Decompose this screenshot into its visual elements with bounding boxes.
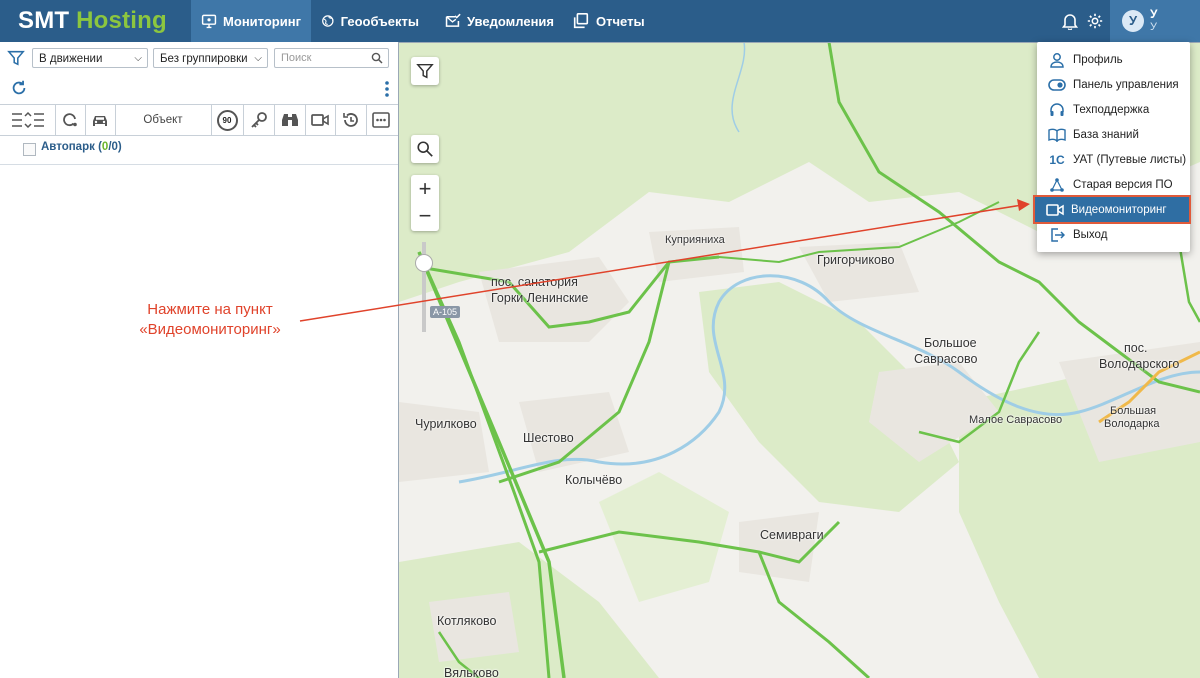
- monitor-icon: [201, 14, 217, 29]
- zoom-control: + −: [411, 175, 439, 231]
- zoom-out-button[interactable]: −: [411, 203, 439, 231]
- sensors-column[interactable]: [274, 105, 306, 135]
- logout-icon: [1051, 227, 1065, 242]
- filter-icon[interactable]: [7, 49, 25, 67]
- status-column[interactable]: [55, 105, 86, 135]
- object-column-header[interactable]: Объект: [115, 105, 212, 135]
- user-account: У: [1150, 21, 1157, 33]
- 1c-icon: 1C: [1049, 152, 1065, 167]
- objects-panel: В движении ⌵ Без группировки ⌵ Поиск Объек…: [0, 42, 399, 678]
- map-label: пос. санатория: [491, 275, 578, 289]
- expand-collapse-icon: [11, 111, 44, 129]
- map-label: Вяльково: [444, 666, 499, 678]
- menu-item-support[interactable]: Техподдержка: [1037, 97, 1190, 122]
- map-label: Большая: [1110, 405, 1157, 417]
- more-vertical-icon[interactable]: [383, 80, 391, 98]
- menu-item-profile[interactable]: Профиль: [1037, 47, 1190, 72]
- menu-item-knowledge-base[interactable]: База знаний: [1037, 122, 1190, 147]
- logo[interactable]: SMT Hosting: [18, 7, 167, 35]
- map-label: Котляково: [437, 614, 497, 628]
- menu-item-uat[interactable]: 1C УАТ (Путевые листы): [1037, 147, 1190, 172]
- sync-status-icon: [63, 113, 77, 127]
- refresh-icon[interactable]: [10, 79, 28, 97]
- map-label: Семивраги: [760, 528, 824, 542]
- refresh-row: [0, 72, 398, 102]
- headset-icon: [1050, 102, 1064, 116]
- nav-notifications[interactable]: Уведомления: [434, 0, 564, 42]
- map-label: Шестово: [523, 431, 574, 445]
- map-label: Григорчиково: [817, 253, 895, 267]
- menu-item-logout[interactable]: Выход: [1037, 222, 1190, 247]
- motion-filter-select[interactable]: В движении ⌵: [32, 48, 148, 68]
- search-icon: [417, 141, 433, 157]
- nav-reports[interactable]: Отчеты: [562, 0, 662, 42]
- user-dropdown-menu: Профиль Панель управления Техподдержка Б…: [1033, 42, 1191, 252]
- fleet-label: Автопарк (0/0): [41, 141, 122, 153]
- grouping-select[interactable]: Без группировки ⌵: [153, 48, 268, 68]
- more-horizontal-icon: [372, 112, 390, 128]
- gear-icon[interactable]: [1086, 12, 1104, 30]
- map-label: Володарка: [1104, 418, 1160, 430]
- history-icon: [342, 113, 358, 127]
- table-header: Объект 90: [0, 104, 398, 136]
- nav-geoobjects[interactable]: Геообъекты: [311, 0, 429, 42]
- map-label: Большое: [924, 336, 977, 350]
- map-label: Колычёво: [565, 473, 623, 487]
- chevron-down-icon: ⌵: [254, 53, 262, 64]
- ignition-column[interactable]: [243, 105, 275, 135]
- chevron-down-icon: ⌵: [134, 53, 142, 64]
- speed-column[interactable]: 90: [211, 105, 244, 135]
- car-icon: [93, 116, 107, 126]
- vehicle-type-column[interactable]: [85, 105, 116, 135]
- video-camera-icon: [311, 114, 329, 126]
- top-bar: SMT Hosting Мониторинг Геообъекты Уведом…: [0, 0, 1200, 42]
- map-label: Куприяниха: [665, 234, 725, 246]
- menu-item-video-monitoring[interactable]: Видеомониторинг: [1033, 195, 1191, 224]
- road-number-badge: А-105: [430, 306, 461, 318]
- menu-item-control-panel[interactable]: Панель управления: [1037, 72, 1190, 97]
- avatar: У: [1122, 10, 1144, 32]
- nav-monitoring[interactable]: Мониторинг: [191, 0, 311, 42]
- menu-item-old-version[interactable]: Старая версия ПО: [1037, 172, 1190, 197]
- book-icon: [1048, 128, 1066, 142]
- tutorial-annotation: Нажмите на пункт «Видеомониторинг»: [139, 301, 281, 338]
- search-icon: [371, 52, 383, 64]
- map-label: Чурилково: [415, 417, 477, 431]
- map-label: Саврасово: [914, 352, 978, 366]
- fleet-checkbox[interactable]: [23, 143, 36, 156]
- expand-collapse-column[interactable]: [0, 105, 56, 135]
- user-name: У: [1150, 7, 1158, 21]
- history-column[interactable]: [335, 105, 367, 135]
- bell-icon[interactable]: [1062, 12, 1078, 30]
- map-search-button[interactable]: [411, 135, 439, 163]
- mail-check-icon: [445, 13, 461, 27]
- network-icon: [1050, 177, 1064, 192]
- search-input[interactable]: Поиск: [274, 48, 389, 68]
- map-label: Малое Саврасово: [969, 414, 1063, 426]
- zoom-in-button[interactable]: +: [411, 175, 439, 203]
- map-label: Володарского: [1099, 357, 1180, 371]
- more-columns[interactable]: [366, 105, 396, 135]
- fleet-group-row[interactable]: Автопарк (0/0): [0, 134, 398, 165]
- user-icon: [1050, 52, 1064, 68]
- filter-icon: [416, 63, 434, 79]
- speed-limit-icon: 90: [216, 109, 238, 131]
- reports-icon: [573, 12, 589, 29]
- globe-icon: [322, 15, 334, 27]
- key-icon: [250, 112, 267, 128]
- zoom-slider-handle[interactable]: [415, 254, 433, 272]
- camera-icon: [1046, 203, 1064, 216]
- binoculars-icon: [281, 114, 298, 126]
- user-menu-button[interactable]: У У У: [1110, 0, 1200, 42]
- map-label: Горки Ленинские: [491, 291, 589, 305]
- map-filter-button[interactable]: [411, 57, 439, 85]
- map-label: пос.: [1124, 341, 1148, 355]
- video-column[interactable]: [305, 105, 336, 135]
- toggle-icon: [1048, 78, 1066, 91]
